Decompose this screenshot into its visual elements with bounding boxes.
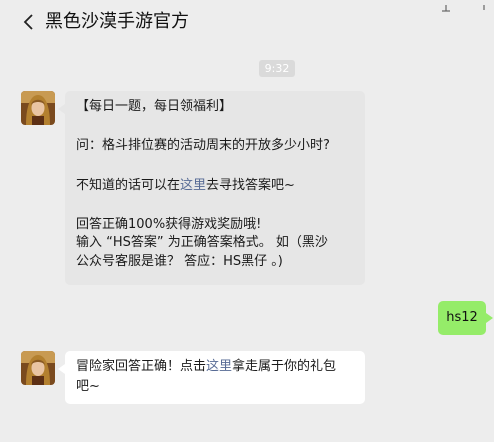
message-timestamp: 9:32: [259, 60, 295, 77]
bubble-tail: [58, 364, 65, 374]
bubble-tail: [486, 313, 493, 323]
quiz-question: 问：格斗排位赛的活动周末的开放多少小时?: [76, 138, 330, 153]
format-line: 输入 “HS答案” 为正确答案格式。 如（黑沙: [76, 235, 328, 250]
message-bubble-result[interactable]: 冒险家回答正确！点击这里拿走属于你的礼包 吧~: [65, 351, 365, 404]
result-line-2: 吧~: [76, 379, 100, 394]
answer-link[interactable]: 这里: [180, 178, 206, 193]
result-line: 冒险家回答正确！点击这里拿走属于你的礼包: [76, 359, 337, 374]
chat-header: 黑色沙漠手游官方: [0, 0, 494, 46]
my-reply-bubble[interactable]: hs12: [438, 301, 486, 335]
pin-icon[interactable]: [436, 0, 456, 12]
gift-link[interactable]: 这里: [206, 359, 232, 374]
official-account-avatar[interactable]: [21, 351, 55, 385]
more-icon[interactable]: [474, 0, 494, 10]
reward-line: 回答正确100%获得游戏奖励哦!: [76, 217, 262, 232]
official-account-avatar[interactable]: [21, 91, 55, 125]
hint-line: 不知道的话可以在这里去寻找答案吧~: [76, 178, 295, 193]
chat-title: 黑色沙漠手游官方: [45, 11, 189, 32]
bubble-tail: [58, 104, 65, 114]
example-line: 公众号客服是谁？ 答应：HS黑仔 。): [76, 254, 283, 269]
back-arrow-icon[interactable]: [20, 10, 42, 34]
message-bubble-quiz[interactable]: 【每日一题，每日领福利】 问：格斗排位赛的活动周末的开放多少小时? 不知道的话可…: [65, 91, 365, 285]
quiz-heading: 【每日一题，每日领福利】: [76, 99, 233, 114]
